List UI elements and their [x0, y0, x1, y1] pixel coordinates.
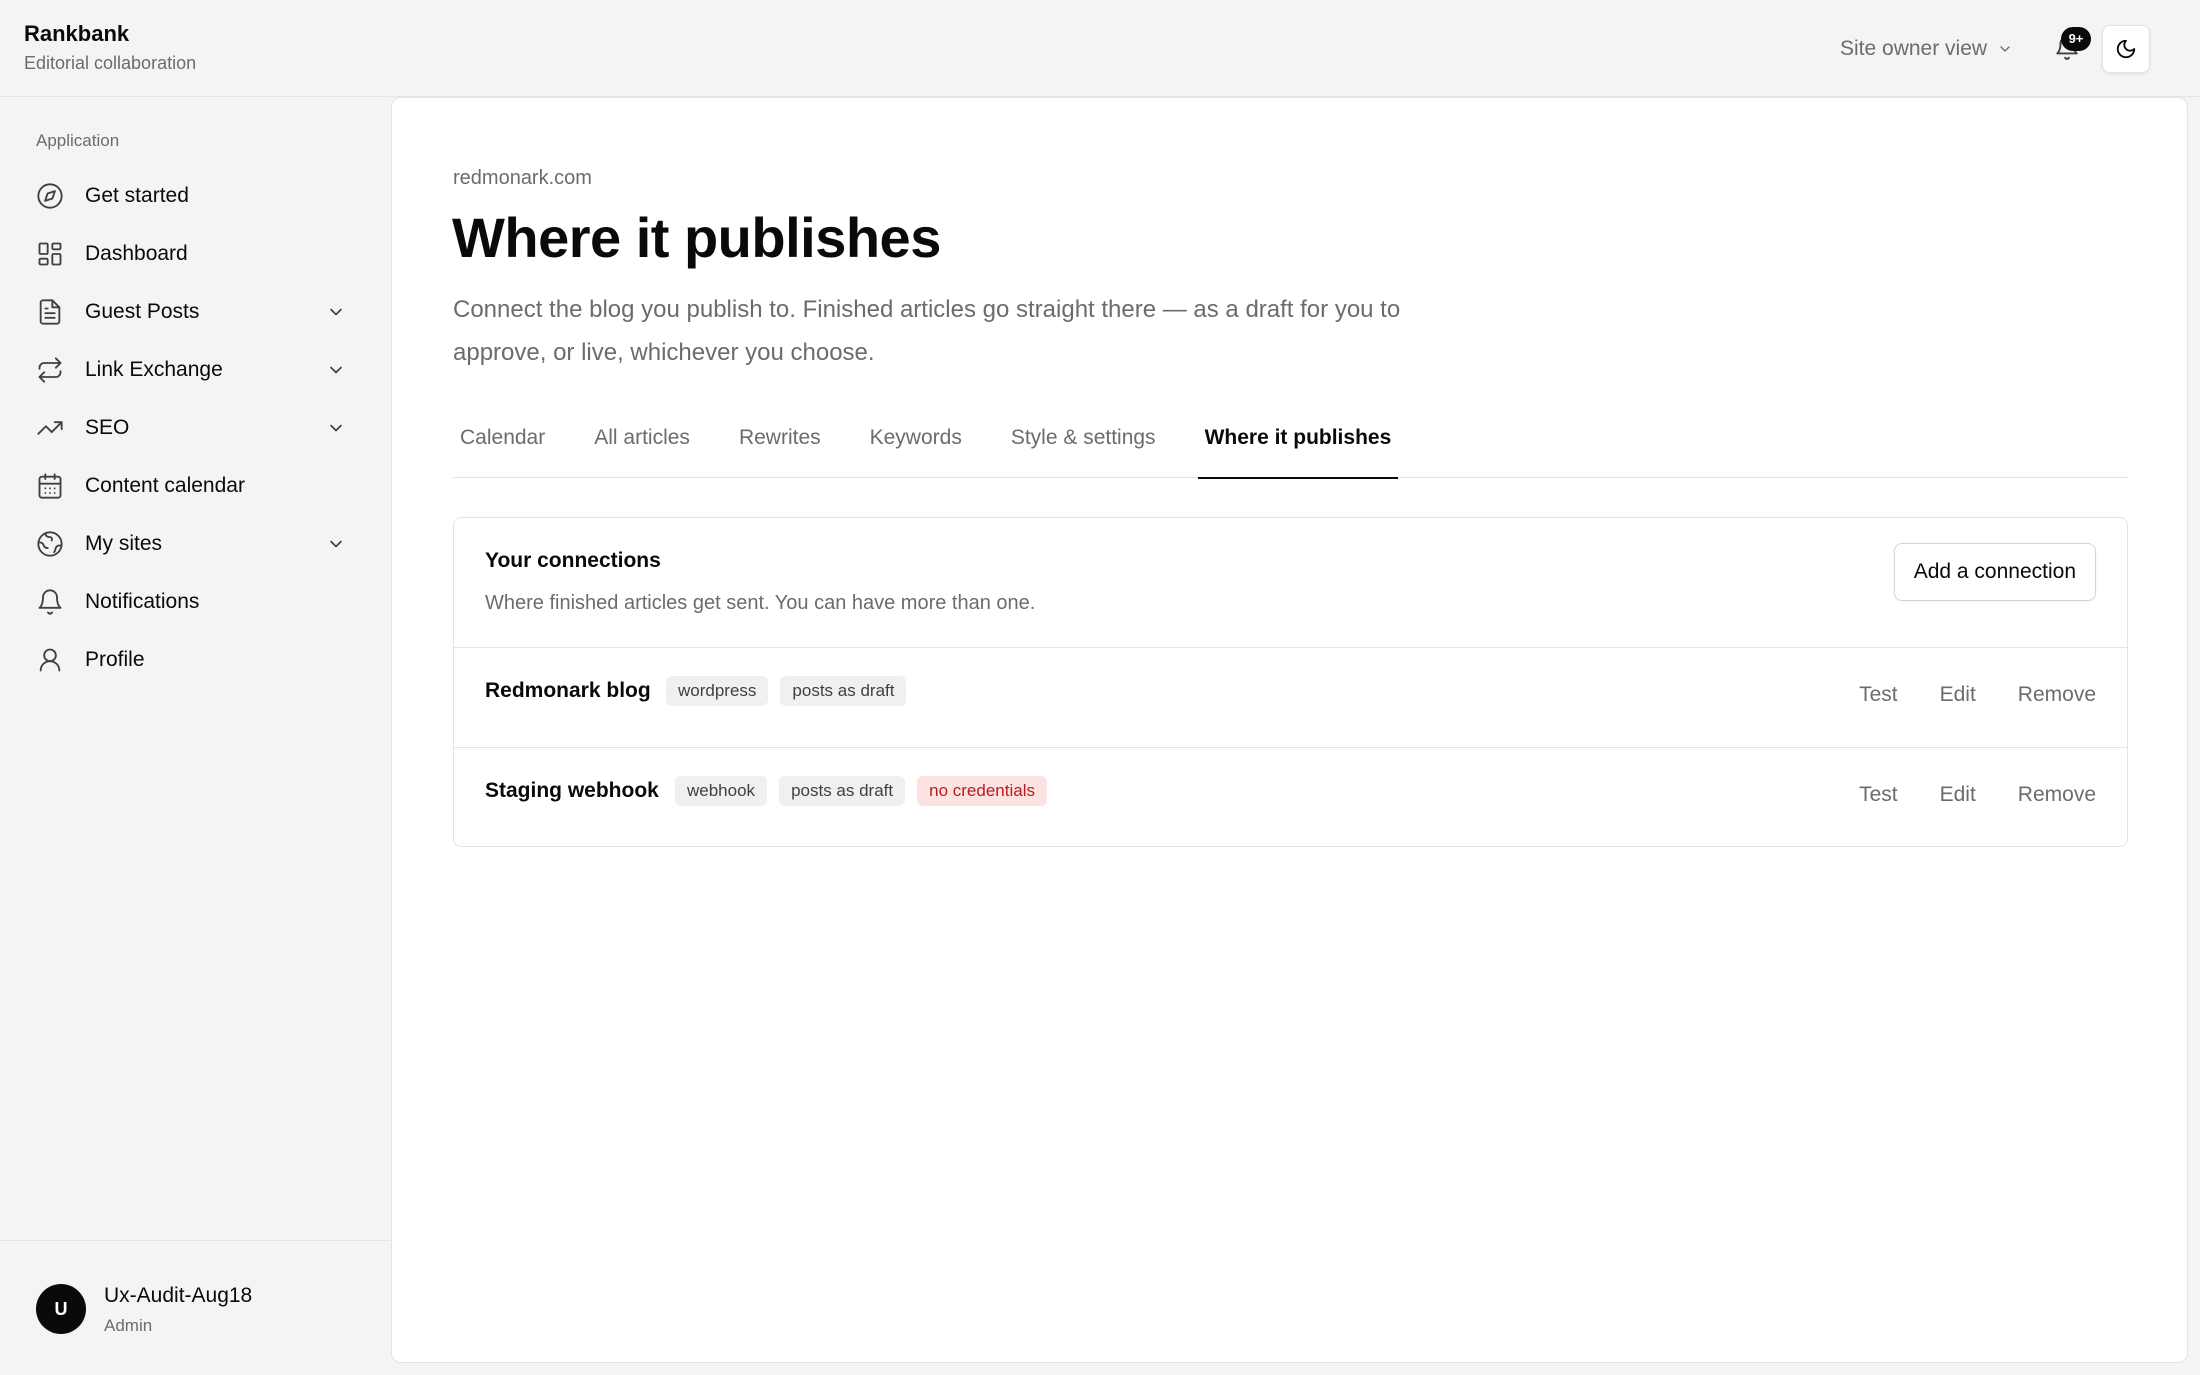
chevron-down-icon	[326, 418, 346, 438]
connection-actions: Test Edit Remove	[1859, 783, 2096, 807]
tab-bar: Calendar All articles Rewrites Keywords …	[453, 410, 2128, 479]
page-title: Where it publishes	[452, 206, 941, 269]
document-icon	[36, 298, 64, 326]
chevron-down-icon	[1997, 41, 2013, 57]
user-menu[interactable]: U Ux-Audit-Aug18 Admin	[0, 1240, 390, 1375]
chevron-down-icon	[326, 302, 346, 322]
test-button[interactable]: Test	[1859, 683, 1898, 707]
compass-icon	[36, 182, 64, 210]
breadcrumb: redmonark.com	[453, 167, 592, 189]
sidebar-item-notifications[interactable]: Notifications	[24, 573, 364, 631]
trending-up-icon	[36, 414, 64, 442]
edit-button[interactable]: Edit	[1940, 783, 1976, 807]
sidebar-item-label: Get started	[85, 184, 189, 207]
main-panel: redmonark.com Where it publishes Connect…	[391, 97, 2188, 1363]
warning-badge: no credentials	[917, 776, 1047, 806]
theme-toggle-button[interactable]	[2102, 25, 2150, 73]
sidebar-item-label: My sites	[85, 532, 163, 555]
notification-count-badge: 9+	[2061, 27, 2091, 51]
sidebar-item-label: Guest Posts	[85, 300, 200, 323]
remove-button[interactable]: Remove	[2018, 783, 2096, 807]
publish-mode-tag: posts as draft	[779, 776, 906, 806]
sidebar-item-guest-posts[interactable]: Guest Posts	[24, 283, 364, 341]
user-role: Admin	[104, 1316, 153, 1335]
sidebar-item-profile[interactable]: Profile	[24, 631, 364, 689]
sidebar-nav: Get started Dashboard Guest Posts Link E…	[24, 167, 364, 689]
connection-actions: Test Edit Remove	[1859, 683, 2096, 707]
user-icon	[36, 646, 64, 674]
sidebar-item-dashboard[interactable]: Dashboard	[24, 225, 364, 283]
chevron-down-icon	[326, 360, 346, 380]
add-connection-button[interactable]: Add a connection	[1893, 543, 2096, 601]
connection-row: Staging webhook webhook posts as draft n…	[454, 747, 2127, 846]
top-bar: Rankbank Editorial collaboration Site ow…	[0, 0, 2200, 97]
page-description: Connect the blog you publish to. Finishe…	[453, 296, 1401, 366]
app-name: Rankbank	[24, 21, 130, 46]
sidebar-item-my-sites[interactable]: My sites	[24, 515, 364, 573]
publish-mode-tag: posts as draft	[780, 676, 907, 706]
platform-tag: webhook	[675, 776, 768, 806]
sidebar-item-get-started[interactable]: Get started	[24, 167, 364, 225]
globe-icon	[36, 530, 64, 558]
sidebar-item-content-calendar[interactable]: Content calendar	[24, 457, 364, 515]
repeat-icon	[36, 356, 64, 384]
sidebar-item-label: Profile	[85, 648, 145, 671]
view-switcher-label: Site owner view	[1840, 37, 1988, 60]
remove-button[interactable]: Remove	[2018, 683, 2096, 707]
platform-tag: wordpress	[666, 676, 769, 706]
avatar: U	[36, 1284, 86, 1334]
calendar-icon	[36, 472, 64, 500]
connections-subtitle: Where finished articles get sent. You ca…	[485, 592, 1036, 614]
sidebar-item-link-exchange[interactable]: Link Exchange	[24, 341, 364, 399]
tab-where-it-publishes[interactable]: Where it publishes	[1197, 410, 1399, 479]
view-switcher[interactable]: Site owner view	[1840, 33, 2013, 65]
sidebar-item-seo[interactable]: SEO	[24, 399, 364, 457]
sidebar-item-label: Dashboard	[85, 242, 188, 265]
tab-keywords[interactable]: Keywords	[863, 410, 969, 478]
tab-all-articles[interactable]: All articles	[587, 410, 697, 478]
test-button[interactable]: Test	[1859, 783, 1898, 807]
sidebar: Application Get started Dashboard Guest …	[0, 97, 390, 1375]
chevron-down-icon	[326, 534, 346, 554]
app-subtitle: Editorial collaboration	[24, 53, 197, 73]
moon-icon	[2115, 38, 2137, 60]
tab-calendar[interactable]: Calendar	[453, 410, 552, 478]
sidebar-item-label: Content calendar	[85, 474, 245, 497]
sidebar-item-label: SEO	[85, 416, 130, 439]
connections-card: Your connections Where finished articles…	[453, 517, 2128, 847]
connection-row: Redmonark blog wordpress posts as draft …	[454, 648, 2127, 747]
bell-icon	[36, 588, 64, 616]
connections-header: Your connections Where finished articles…	[454, 518, 2127, 648]
user-name: Ux-Audit-Aug18	[104, 1284, 253, 1307]
layout-grid-icon	[36, 240, 64, 268]
sidebar-section-label: Application	[36, 131, 120, 150]
tab-style-settings[interactable]: Style & settings	[1004, 410, 1163, 478]
edit-button[interactable]: Edit	[1940, 683, 1976, 707]
sidebar-item-label: Notifications	[85, 590, 200, 613]
connection-tags: wordpress posts as draft	[666, 676, 907, 706]
connection-name: Staging webhook	[485, 779, 659, 802]
connections-title: Your connections	[485, 549, 661, 572]
sidebar-item-label: Link Exchange	[85, 358, 223, 381]
tab-rewrites[interactable]: Rewrites	[732, 410, 828, 478]
connection-tags: webhook posts as draft no credentials	[675, 776, 1047, 806]
connection-name: Redmonark blog	[485, 679, 651, 702]
